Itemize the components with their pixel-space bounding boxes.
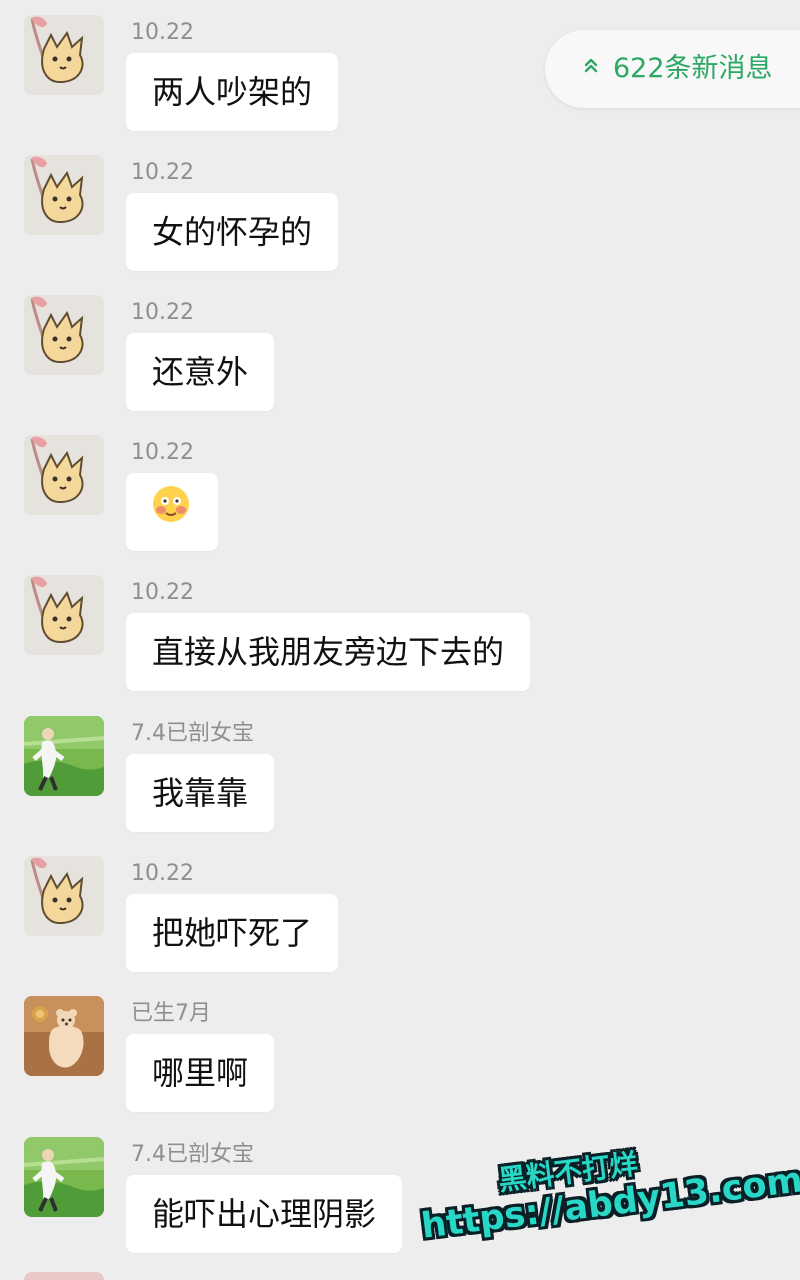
- message-bubble[interactable]: 能吓出心理阴影: [126, 1175, 403, 1253]
- message-bubble[interactable]: 把她吓死了: [126, 894, 339, 972]
- message-bubble[interactable]: 女的怀孕的: [126, 193, 339, 271]
- sender-name: 10.22: [131, 300, 194, 325]
- message-item: 10.22 直接从我朋友旁边下去的: [0, 575, 800, 705]
- message-bubble[interactable]: 哪里啊: [126, 1034, 275, 1112]
- new-messages-button[interactable]: 622条新消息: [545, 30, 800, 108]
- sender-name: 7.4已剖女宝: [131, 721, 254, 746]
- message-item: 10.22: [0, 435, 800, 565]
- sender-name: 已生7月: [131, 1001, 211, 1026]
- cat-avatar-icon[interactable]: [24, 575, 104, 655]
- sender-name: 10.22: [131, 160, 194, 185]
- blushing-face-emoji: [150, 475, 192, 553]
- message-bubble[interactable]: 还意外: [126, 333, 275, 411]
- sender-name: 10.22: [131, 440, 194, 465]
- cat-avatar-icon[interactable]: [24, 435, 104, 515]
- double-chevron-up-icon: [584, 58, 598, 73]
- baseball-player-avatar-icon[interactable]: [24, 716, 104, 796]
- message-bubble[interactable]: 直接从我朋友旁边下去的: [126, 613, 531, 691]
- baseball-player-avatar-icon[interactable]: [24, 1137, 104, 1217]
- partial-next-avatar: [24, 1272, 104, 1280]
- chat-thread: 10.22 两人吵架的 10.22 女的怀孕的 10.22 还意外 10.22 …: [0, 0, 800, 1280]
- bear-avatar-icon[interactable]: [24, 996, 104, 1076]
- sender-name: 10.22: [131, 580, 194, 605]
- cat-avatar-icon[interactable]: [24, 155, 104, 235]
- message-item: 7.4已剖女宝 我靠靠: [0, 716, 800, 846]
- message-bubble[interactable]: 我靠靠: [126, 754, 275, 832]
- cat-avatar-icon[interactable]: [24, 856, 104, 936]
- message-bubble[interactable]: [126, 473, 218, 551]
- message-item: 已生7月 哪里啊: [0, 996, 800, 1126]
- sender-name: 10.22: [131, 20, 194, 45]
- cat-avatar-icon[interactable]: [24, 295, 104, 375]
- new-messages-label: 622条新消息: [613, 53, 773, 84]
- sender-name: 10.22: [131, 861, 194, 886]
- message-item: 10.22 还意外: [0, 295, 800, 425]
- message-item: 10.22 女的怀孕的: [0, 155, 800, 285]
- message-item: 10.22 把她吓死了: [0, 856, 800, 986]
- message-bubble[interactable]: 两人吵架的: [126, 53, 339, 131]
- sender-name: 7.4已剖女宝: [131, 1142, 254, 1167]
- cat-avatar-icon[interactable]: [24, 15, 104, 95]
